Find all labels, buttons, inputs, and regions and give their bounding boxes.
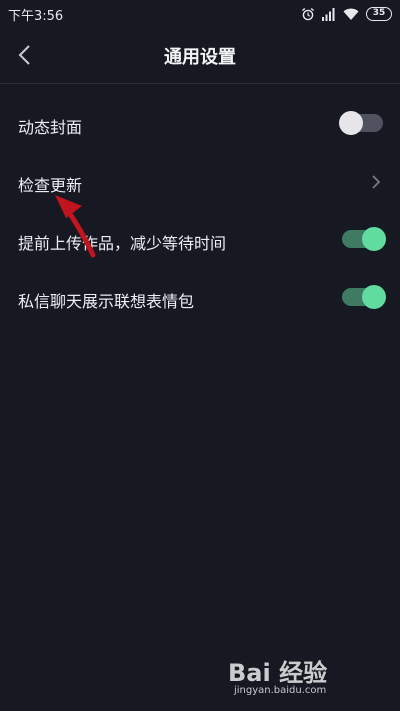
watermark-logo: Bai 经验 [228, 659, 328, 687]
status-bar: 下午3:56 35 [0, 0, 400, 28]
wifi-icon [343, 8, 359, 21]
watermark-url: jingyan.baidu.com [234, 685, 327, 696]
setting-sticker-suggestions[interactable]: 私信聊天展示联想表情包 [0, 270, 400, 328]
page-title: 通用设置 [164, 47, 236, 68]
dynamic-cover-toggle[interactable] [339, 111, 383, 135]
app-header: 通用设置 [0, 28, 400, 84]
chevron-right-icon [372, 175, 381, 189]
setting-dynamic-cover[interactable]: 动态封面 [0, 96, 400, 154]
setting-label: 检查更新 [18, 176, 83, 195]
status-icons: 35 [301, 5, 392, 23]
setting-label: 动态封面 [18, 118, 83, 137]
setting-check-update[interactable]: 检查更新 [0, 154, 400, 212]
setting-label: 提前上传作品，减少等待时间 [18, 234, 227, 253]
alarm-icon [301, 7, 315, 21]
status-time: 下午3:56 [8, 9, 64, 24]
early-upload-toggle[interactable] [342, 227, 386, 251]
battery-icon: 35 [366, 7, 392, 21]
settings-list: 动态封面 检查更新 提前上传作品，减少等待时间 私信聊天展示联想表情包 [0, 96, 400, 328]
baidu-jingyan-watermark: Bai 经验 jingyan.baidu.com [228, 653, 378, 699]
toggle-knob [362, 227, 386, 251]
toggle-knob [339, 111, 363, 135]
sticker-suggestions-toggle[interactable] [342, 285, 386, 309]
signal-icon [322, 7, 336, 21]
setting-early-upload[interactable]: 提前上传作品，减少等待时间 [0, 212, 400, 270]
toggle-knob [362, 285, 386, 309]
setting-label: 私信聊天展示联想表情包 [18, 292, 195, 311]
